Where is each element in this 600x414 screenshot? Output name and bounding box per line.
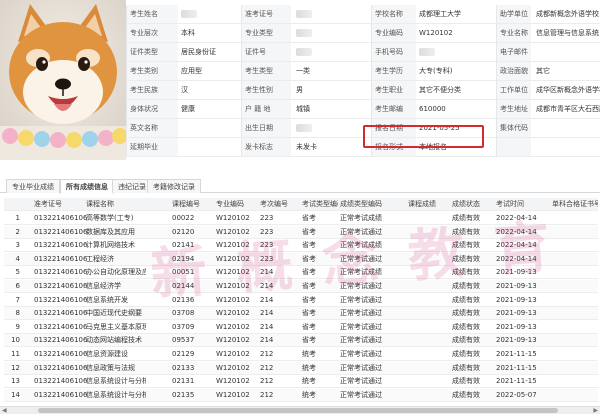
table-row[interactable]: 6 013221406106 信息经济学 02144 W120102 214 省考 正常考试通… [4,280,598,293]
horizontal-scrollbar[interactable]: ◀ ▶ [0,406,600,414]
field-label: 出生日期 [241,119,291,138]
field-label: 考生学历 [371,62,416,81]
field-label: 延期毕业 [126,138,178,157]
table-row[interactable]: 11 013221406106 信息资源建设 02129 W120102 212 统考 正常考… [4,348,598,361]
records-tabs: 专业毕业成绩 所有成绩信息 违纪记录 考籍修改记录 [0,177,600,194]
field-label: 身体状况 [126,100,178,119]
field-value [416,43,488,62]
field-label: 考生姓名 [126,5,178,24]
table-row[interactable]: 10 013221406106 动态网站编程技术 09537 W120102 214 省考正… [4,334,598,348]
field-value: W120102 [419,29,453,37]
tab-major-graduation-scores[interactable]: 专业毕业成绩 [6,179,60,193]
field-label: 发卡标志 [241,138,291,157]
table-row[interactable]: 1 013221406106 高等数学(工专) 00022 W120102 223 省考 正常… [4,212,598,225]
info-row: 考生类别 应用型 考生类型 一类 考生学历 大专(专科) 政治面貌 其它 [126,62,600,81]
tab-record-changes[interactable]: 考籍修改记录 [147,179,201,193]
table-row[interactable]: 13 013221406106 信息系统设计与分析 02131 W120102 212 统考… [4,375,598,389]
field-label: 专业层次 [126,24,178,43]
field-label: 专业类型 [241,24,291,43]
field-value: 信息管理与信息系统 [536,29,599,37]
info-row: 考生姓名 准考证号 学校名称 成都理工大学 助学单位 成都新概念外语学校 [126,5,600,24]
field-label: 专业编码 [371,24,416,43]
field-value [533,138,600,157]
field-value [533,119,600,138]
table-row[interactable]: 5013221406106办公自动化原理及应用00051W120102214省考… [4,266,598,280]
field-value: 其它 [536,67,550,75]
scroll-left-arrow-icon[interactable]: ◀ [2,407,7,414]
table-row[interactable]: 7 013221406106 信息系统开发 02136 W120102 214 省考 正常考试… [4,293,598,307]
field-value: 610000 [419,105,446,113]
table-row[interactable]: 8 013221406106 中国近现代史纲要 03708 W120102 214 省考 正常… [4,307,598,321]
table-row[interactable]: 4 013221406106 工程经济 02194 W120102 223 省考 正常考试通过… [4,252,598,266]
field-label: 考生地址 [496,100,531,119]
field-label: 考生性别 [241,81,291,100]
field-value [533,43,600,62]
field-label: 证件类型 [126,43,178,62]
table-row[interactable]: 3 013221406106 计算机网络技术 02141 W120102 223 省考 正常考… [4,239,598,253]
redacted-value [296,48,312,56]
redacted-value [296,29,312,37]
field-label: 电子邮件 [496,43,531,62]
field-value: 大专(专科) [419,67,453,75]
field-value: 成华区新概念外语学校 [536,86,600,94]
field-label: 考生类型 [241,62,291,81]
student-photo [0,0,126,160]
field-label: 工作单位 [496,81,531,100]
redacted-value [296,10,312,18]
redacted-value [419,48,435,56]
scroll-right-arrow-icon[interactable]: ▶ [593,407,598,414]
field-label: 考生邮编 [371,100,416,119]
field-label: 户 籍 地 [241,100,291,119]
field-label: 助学单位 [496,5,531,24]
row-divider [126,156,600,157]
field-label [496,138,531,157]
field-value: 成都理工大学 [419,10,461,18]
table-header-row: 准考证号课程名称课程编号专业编码考次编号考试类型编码成绩类型编码课程成绩成绩状态… [4,198,598,211]
info-row: 身体状况健康户 籍 地城镇考生邮编610000考生地址成都市青羊区大石西路12号 [126,100,600,119]
redacted-value [296,124,312,132]
field-label: 准考证号 [241,5,291,24]
tab-discipline-records[interactable]: 违纪记录 [112,179,152,193]
field-label: 考生民族 [126,81,178,100]
info-row: 证件类型 居民身份证 证件号 手机号码 电子邮件 [126,43,600,62]
shiba-dog-photo [0,0,126,160]
field-label: 考生职业 [371,81,416,100]
table-row[interactable]: 14013221406106信息系统设计与分析（实践）02135W1201022… [4,388,598,402]
table-row[interactable]: 12 013221406106 信息政策与法规 02133 W120102 212 统考 正常… [4,361,598,375]
field-value: 成都市青羊区大石西路12号 [536,105,600,113]
field-label: 学校名称 [371,5,416,24]
info-row: 考生民族汉考生性别男考生职业 其它不便分类 工作单位 成华区新概念外语学校 [126,81,600,100]
table-row[interactable]: 9013221406106马克思主义基本原理概论03709W120102214省… [4,320,598,334]
field-label: 证件号 [241,43,291,62]
field-label: 英文名称 [126,119,178,138]
field-label: 集体代码 [496,119,531,138]
scrollbar-thumb[interactable] [38,408,558,413]
field-value: 成都新概念外语学校 [536,10,599,18]
field-label: 手机号码 [371,43,416,62]
row-divider [4,400,598,402]
redacted-value [181,10,197,18]
field-label: 政治面貌 [496,62,531,81]
table-row[interactable]: 2 013221406106 数据库及其应用 02120 W120102 223 省考 正常考… [4,225,598,239]
field-label: 专业名称 [496,24,531,43]
student-info-panel: 考生姓名 准考证号 学校名称 成都理工大学 助学单位 成都新概念外语学校 专业层次 本科 专业类… [0,0,600,172]
registration-date-highlight [363,125,484,148]
row-divider [4,210,598,211]
field-label: 考生类别 [126,62,178,81]
field-value: 其它不便分类 [419,86,461,94]
info-row: 专业层次 本科 专业类型 专业编码 W120102 专业名称 信息管理与信息系统 [126,24,600,43]
tab-all-scores[interactable]: 所有成绩信息 [60,179,114,194]
